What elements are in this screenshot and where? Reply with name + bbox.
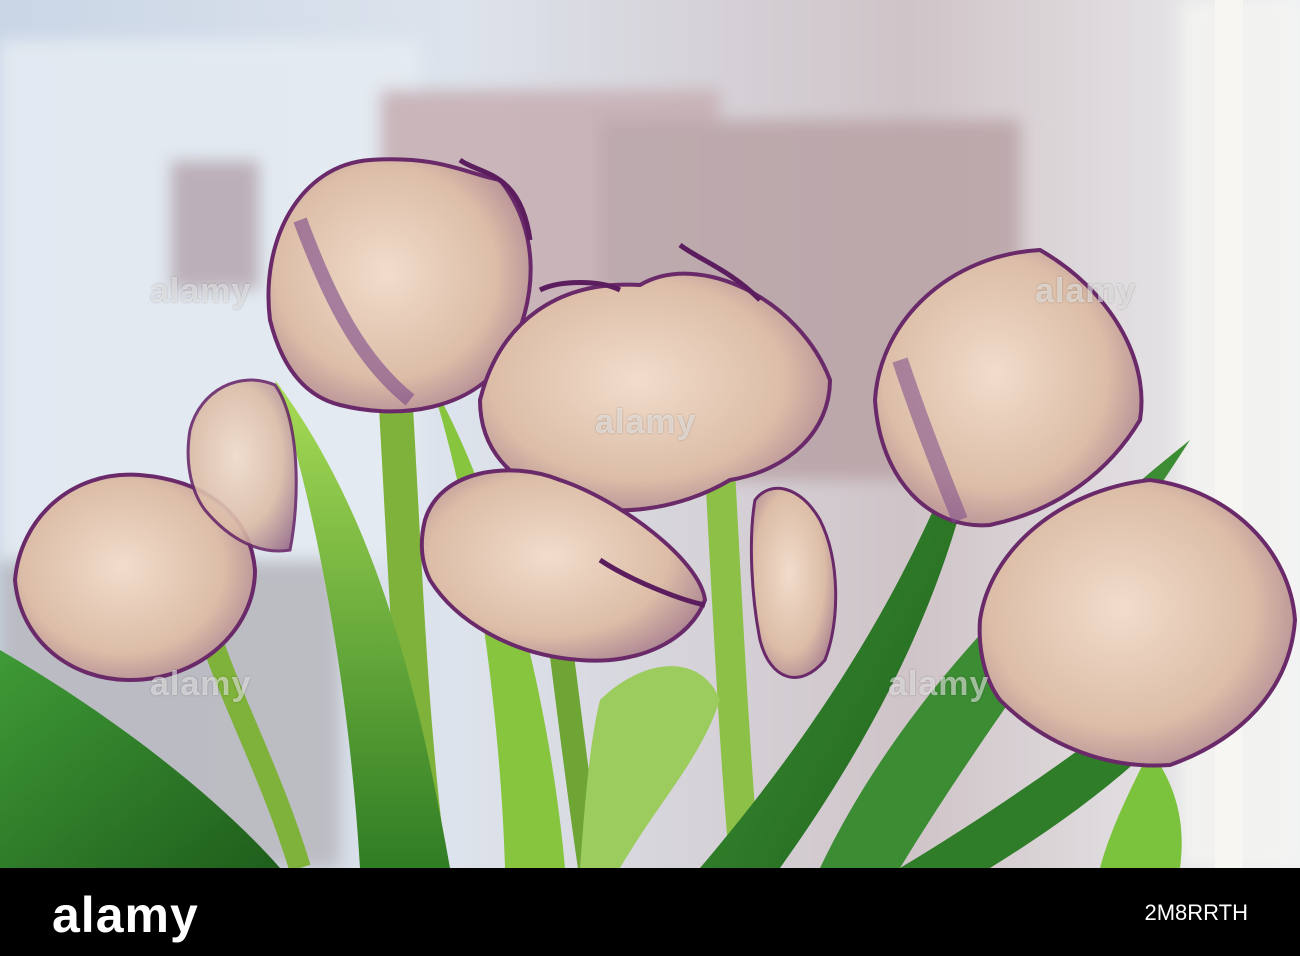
image-id: 2M8RRTH [1144,900,1248,925]
watermark-text: alamy [888,665,990,703]
alamy-logo[interactable]: alamy [52,886,199,944]
watermark-text: alamy [150,665,252,703]
watermark-text: alamy [150,272,252,310]
watermark-text: alamy [1035,272,1137,310]
footer-bar: alamy 2M8RRTH [0,868,1300,956]
watermark-text: alamy [595,403,697,441]
stock-photo-page: alamy alamy alamy alamy alamy alamy 2M8R… [0,0,1300,956]
tulip-photo: alamy alamy alamy alamy alamy [0,0,1300,868]
